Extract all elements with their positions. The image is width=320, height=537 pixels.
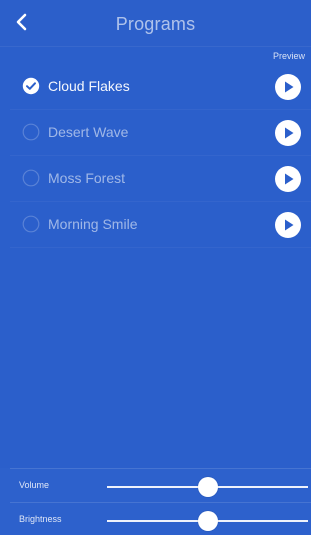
program-list: Cloud Flakes Desert Wave Moss Forest Mor… xyxy=(10,64,311,248)
unchecked-circle-icon[interactable] xyxy=(22,123,40,141)
brightness-slider[interactable] xyxy=(107,511,308,531)
volume-slider-thumb[interactable] xyxy=(197,477,218,497)
header-bar: Programs xyxy=(0,0,311,47)
program-item-morning-smile[interactable]: Morning Smile xyxy=(10,202,311,248)
preview-column-label: Preview xyxy=(272,51,305,61)
unchecked-circle-icon[interactable] xyxy=(22,215,40,233)
brightness-slider-thumb[interactable] xyxy=(197,511,218,531)
program-name: Cloud Flakes xyxy=(48,78,130,94)
preview-play-button[interactable] xyxy=(275,74,301,100)
program-name: Moss Forest xyxy=(48,170,126,186)
preview-play-button[interactable] xyxy=(275,166,301,192)
program-name: Desert Wave xyxy=(48,124,129,140)
brightness-label: Brightness xyxy=(19,514,62,524)
program-item-desert-wave[interactable]: Desert Wave xyxy=(10,110,311,156)
program-name: Morning Smile xyxy=(48,216,138,232)
programs-screen: Programs Preview Cloud Flakes Desert Wav… xyxy=(0,0,311,535)
play-icon xyxy=(285,219,294,231)
checked-circle-icon[interactable] xyxy=(22,77,40,95)
program-item-moss-forest[interactable]: Moss Forest xyxy=(10,156,311,202)
play-icon xyxy=(285,173,294,185)
volume-slider[interactable] xyxy=(107,477,308,497)
brightness-control: Brightness xyxy=(10,502,311,537)
preview-play-button[interactable] xyxy=(275,212,301,238)
page-title: Programs xyxy=(115,14,196,34)
volume-control: Volume xyxy=(10,468,311,503)
unchecked-circle-icon[interactable] xyxy=(22,169,40,187)
controls-panel: Volume Brightness xyxy=(0,468,311,535)
preview-play-button[interactable] xyxy=(275,120,301,146)
program-item-cloud-flakes[interactable]: Cloud Flakes xyxy=(10,64,311,110)
play-icon xyxy=(285,127,294,139)
volume-label: Volume xyxy=(19,480,50,490)
play-icon xyxy=(285,81,294,93)
